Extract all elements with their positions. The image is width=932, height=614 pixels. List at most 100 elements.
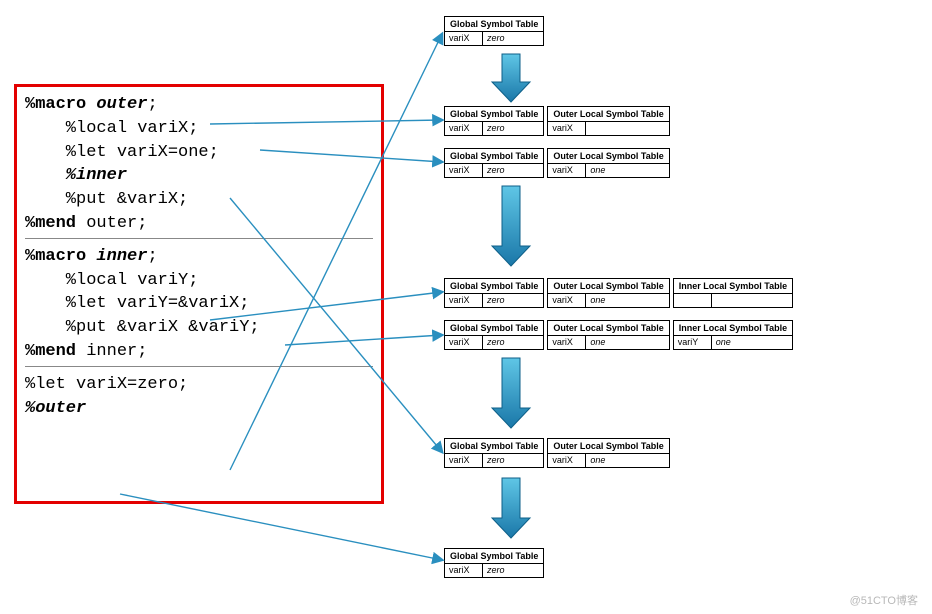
macro-name: outer <box>86 95 147 114</box>
watermark: @51CTO博客 <box>850 592 918 608</box>
table-header: Outer Local Symbol Table <box>548 321 668 336</box>
table-row: variX zero <box>445 564 543 577</box>
table-header: Global Symbol Table <box>445 107 543 122</box>
var-value: one <box>586 336 624 349</box>
var-name: variX <box>445 164 483 177</box>
var-name: variX <box>445 32 483 45</box>
table-row: variX zero <box>445 294 543 307</box>
var-value: one <box>586 164 624 177</box>
table-header: Outer Local Symbol Table <box>548 107 668 122</box>
var-name: variX <box>548 164 586 177</box>
table-row: variY one <box>674 336 792 349</box>
global-symbol-table: Global Symbol Table variX zero <box>444 438 544 468</box>
var-value: zero <box>483 336 521 349</box>
code-line: %outer <box>25 397 373 421</box>
var-name: variX <box>548 294 586 307</box>
table-header: Global Symbol Table <box>445 149 543 164</box>
table-row: variX zero <box>445 32 543 45</box>
symbol-state-2: Global Symbol Table variX zero Outer Loc… <box>444 106 670 136</box>
keyword: %macro <box>25 247 86 266</box>
code-line: %macro inner; <box>25 245 373 269</box>
var-value <box>586 122 624 135</box>
var-name: variX <box>548 122 586 135</box>
down-arrow-icon <box>492 54 530 102</box>
symbol-state-3: Global Symbol Table variX zero Outer Loc… <box>444 148 670 178</box>
var-name: variX <box>445 294 483 307</box>
code-line: %put &variX &variY; <box>25 316 373 340</box>
code-line: %mend inner; <box>25 340 373 364</box>
var-value: zero <box>483 122 521 135</box>
code-line: %macro outer; <box>25 93 373 117</box>
table-row: variX one <box>548 294 668 307</box>
var-name: variX <box>445 122 483 135</box>
var-value: zero <box>483 294 521 307</box>
table-row: variX zero <box>445 454 543 467</box>
symbol-state-1: Global Symbol Table variX zero <box>444 16 544 46</box>
code-line: %let variX=zero; <box>25 373 373 397</box>
var-value <box>712 294 750 307</box>
code-line: %let variY=&variX; <box>25 292 373 316</box>
code-line: %put &variX; <box>25 188 373 212</box>
global-symbol-table: Global Symbol Table variX zero <box>444 278 544 308</box>
table-header: Global Symbol Table <box>445 549 543 564</box>
global-symbol-table: Global Symbol Table variX zero <box>444 16 544 46</box>
table-row: variX zero <box>445 122 543 135</box>
table-header: Inner Local Symbol Table <box>674 279 792 294</box>
global-symbol-table: Global Symbol Table variX zero <box>444 148 544 178</box>
table-row: variX zero <box>445 336 543 349</box>
table-header: Global Symbol Table <box>445 321 543 336</box>
symbol-state-5: Global Symbol Table variX zero Outer Loc… <box>444 320 793 350</box>
global-symbol-table: Global Symbol Table variX zero <box>444 320 544 350</box>
code-line: %mend outer; <box>25 212 373 236</box>
down-arrow-icon <box>492 186 530 266</box>
macro-name: inner <box>86 247 147 266</box>
macro-call: outer <box>35 399 86 418</box>
inner-symbol-table: Inner Local Symbol Table variY one <box>673 320 793 350</box>
keyword: %mend <box>25 214 76 233</box>
inner-symbol-table: Inner Local Symbol Table <box>673 278 793 308</box>
table-header: Global Symbol Table <box>445 17 543 32</box>
symbol-state-7: Global Symbol Table variX zero <box>444 548 544 578</box>
down-arrow-icon <box>492 478 530 538</box>
table-header: Global Symbol Table <box>445 439 543 454</box>
code-line: %let variX=one; <box>25 141 373 165</box>
code-line: %local variX; <box>25 117 373 141</box>
var-value: one <box>586 454 624 467</box>
var-value: one <box>586 294 624 307</box>
keyword: %mend <box>25 342 76 361</box>
table-header: Outer Local Symbol Table <box>548 439 668 454</box>
outer-symbol-table: Outer Local Symbol Table variX <box>547 106 669 136</box>
var-name: variX <box>445 564 483 577</box>
code-line: %local variY; <box>25 269 373 293</box>
outer-symbol-table: Outer Local Symbol Table variX one <box>547 278 669 308</box>
outer-symbol-table: Outer Local Symbol Table variX one <box>547 438 669 468</box>
table-row: variX <box>548 122 668 135</box>
global-symbol-table: Global Symbol Table variX zero <box>444 548 544 578</box>
var-name: variX <box>445 336 483 349</box>
symbol-state-4: Global Symbol Table variX zero Outer Loc… <box>444 278 793 308</box>
table-header: Outer Local Symbol Table <box>548 149 668 164</box>
var-name: variY <box>674 336 712 349</box>
var-value: zero <box>483 454 521 467</box>
table-row: variX one <box>548 164 668 177</box>
var-value: zero <box>483 164 521 177</box>
divider <box>25 238 373 239</box>
outer-symbol-table: Outer Local Symbol Table variX one <box>547 320 669 350</box>
global-symbol-table: Global Symbol Table variX zero <box>444 106 544 136</box>
table-header: Outer Local Symbol Table <box>548 279 668 294</box>
macro-call: inner <box>76 166 127 185</box>
outer-symbol-table: Outer Local Symbol Table variX one <box>547 148 669 178</box>
table-row: variX one <box>548 336 668 349</box>
code-block: %macro outer; %local variX; %let variX=o… <box>14 84 384 504</box>
divider <box>25 366 373 367</box>
var-name <box>674 294 712 307</box>
table-header: Global Symbol Table <box>445 279 543 294</box>
var-value: zero <box>483 564 521 577</box>
keyword: % <box>25 166 76 185</box>
keyword: % <box>25 399 35 418</box>
var-name: variX <box>548 454 586 467</box>
table-row: variX one <box>548 454 668 467</box>
code-line: %inner <box>25 164 373 188</box>
var-value: zero <box>483 32 521 45</box>
symbol-state-6: Global Symbol Table variX zero Outer Loc… <box>444 438 670 468</box>
